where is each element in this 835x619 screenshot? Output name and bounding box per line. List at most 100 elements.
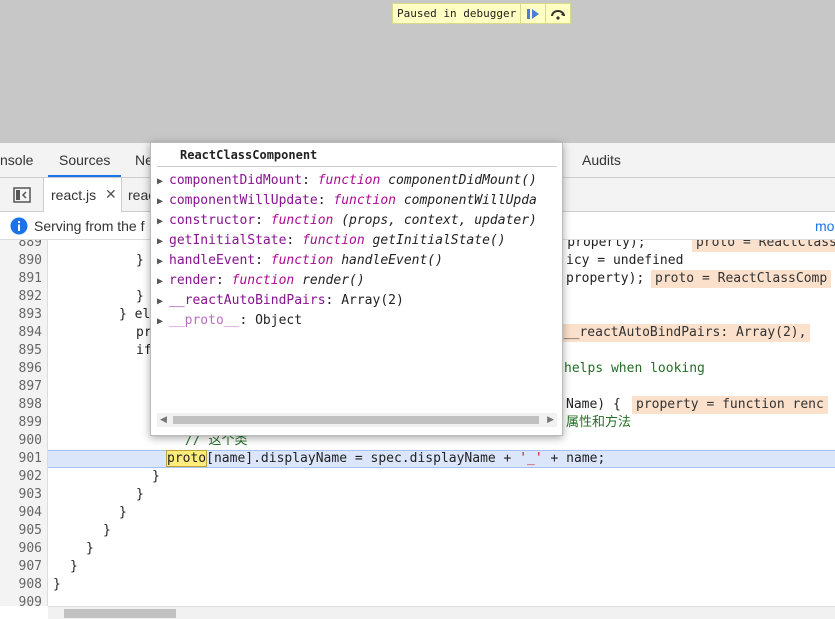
code-line-908: } [53,577,61,592]
tab-audits[interactable]: Audits [582,143,621,177]
property-row[interactable]: ▶ handleEvent: function handleEvent() [157,251,443,271]
property-keyword: function [231,273,295,288]
property-row[interactable]: ▶ render: function render() [157,271,365,291]
property-keyword: function [270,253,334,268]
code-line-898-right: Name) { [566,397,621,412]
scroll-left-icon[interactable]: ◀ [160,413,167,427]
property-keyword: function [317,173,381,188]
property-name: __reactAutoBindPairs [169,293,326,308]
property-row[interactable]: ▶ __proto__: Object [157,311,302,331]
expand-triangle-icon[interactable]: ▶ [157,292,169,312]
scroll-right-icon[interactable]: ▶ [547,413,554,427]
popover-title: ReactClassComponent [180,148,318,162]
property-name: __proto__ [169,313,240,328]
file-tab-react-js[interactable]: react.js ✕ [44,178,122,212]
property-row[interactable]: ▶ getInitialState: function getInitialSta… [157,231,506,251]
code-line-907: } [70,559,78,574]
code-comment-899: 属性和方法 [566,415,632,430]
scrollbar-thumb[interactable] [173,416,539,424]
paused-token-proto[interactable]: proto [165,450,208,467]
line-number[interactable]: 890 [19,252,42,270]
property-value: Array(2) [341,293,404,308]
property-row[interactable]: ▶ __reactAutoBindPairs: Array(2) [157,291,404,311]
info-icon [10,217,28,235]
code-segment: + name; [542,451,606,466]
page-viewport: Paused in debugger [0,0,835,143]
line-number-gutter: 889 890 891 892 893 894 895 896 897 898 899 900 901 9… [0,240,48,606]
object-preview-popover: ReactClassComponent ▶ componentDidMount: … [150,142,563,436]
line-number[interactable]: 901 [19,450,42,468]
resume-icon [527,8,540,19]
property-row[interactable]: ▶ componentDidMount: function componentDi… [157,171,537,191]
property-name: constructor [169,213,256,228]
property-value: getInitialState() [372,233,506,248]
expand-triangle-icon[interactable]: ▶ [157,172,169,192]
info-bar-link[interactable]: mo [815,218,834,234]
property-keyword: function [302,233,365,248]
code-line-906: } [86,541,94,556]
property-row[interactable]: ▶ constructor: function (props, context, … [157,211,537,231]
expand-triangle-icon[interactable]: ▶ [157,232,169,252]
line-number[interactable]: 895 [19,342,42,360]
line-number[interactable]: 897 [19,378,42,396]
expand-triangle-icon[interactable]: ▶ [157,312,169,332]
line-number[interactable]: 892 [19,288,42,306]
step-over-button[interactable] [545,4,570,23]
property-name: getInitialState [169,233,287,248]
navigator-toggle-button[interactable] [0,178,44,212]
inline-value-chip: {__reactAutoBindPairs: Array(2), [552,324,811,342]
property-name: handleEvent [169,253,256,268]
popover-horizontal-scrollbar[interactable]: ◀ ▶ [157,413,557,427]
line-number[interactable]: 908 [19,576,42,594]
line-number[interactable]: 904 [19,504,42,522]
line-number[interactable]: 898 [19,396,42,414]
line-number[interactable]: 909 [19,594,42,606]
sidebar-toggle-icon [12,187,31,203]
inline-value-chip: proto = ReactClassComp [651,270,832,288]
line-number[interactable]: 889 [19,240,42,252]
code-line-892: } [136,289,144,304]
string-literal: '_' [519,451,543,466]
line-number[interactable]: 900 [19,432,42,450]
property-name: render [169,273,216,288]
property-row[interactable]: ▶ componentWillUpdate: function component… [157,191,537,211]
line-number[interactable]: 902 [19,468,42,486]
code-line-903: } [136,487,144,502]
property-keyword: function [270,213,334,228]
tab-sources[interactable]: Sources [48,143,122,177]
property-value: handleEvent() [341,253,443,268]
expand-triangle-icon[interactable]: ▶ [157,252,169,272]
horizontal-scrollbar[interactable] [48,606,835,619]
scrollbar-thumb[interactable] [64,609,176,618]
expand-triangle-icon[interactable]: ▶ [157,272,169,292]
code-line-890-left: } [136,253,144,268]
code-line-902: } [152,469,160,484]
line-number[interactable]: 907 [19,558,42,576]
code-line-905: } [103,523,111,538]
line-number[interactable]: 896 [19,360,42,378]
line-number[interactable]: 905 [19,522,42,540]
line-number[interactable]: 899 [19,414,42,432]
line-number[interactable]: 894 [19,324,42,342]
line-number[interactable]: 891 [19,270,42,288]
expand-triangle-icon[interactable]: ▶ [157,192,169,212]
tab-console[interactable]: nsole [0,143,33,177]
step-over-icon [551,9,566,20]
property-keyword: function [333,193,396,208]
line-number[interactable]: 906 [19,540,42,558]
property-value: Object [255,313,303,328]
resume-button[interactable] [520,4,545,23]
expand-triangle-icon[interactable]: ▶ [157,212,169,232]
property-value: (props, context, updater) [341,213,537,228]
property-name: componentWillUpdate [169,193,318,208]
divider [157,166,557,167]
close-icon[interactable]: ✕ [105,187,117,203]
property-value: render() [302,273,365,288]
line-number[interactable]: 903 [19,486,42,504]
code-line-890-right: icy = undefined [566,253,684,268]
line-number[interactable]: 893 [19,306,42,324]
code-segment: [name].displayName = spec.displayName + [206,451,520,466]
property-value: componentWillUpda [403,193,537,208]
file-tab-label: react.js [51,187,97,203]
code-line-904: } [119,505,127,520]
